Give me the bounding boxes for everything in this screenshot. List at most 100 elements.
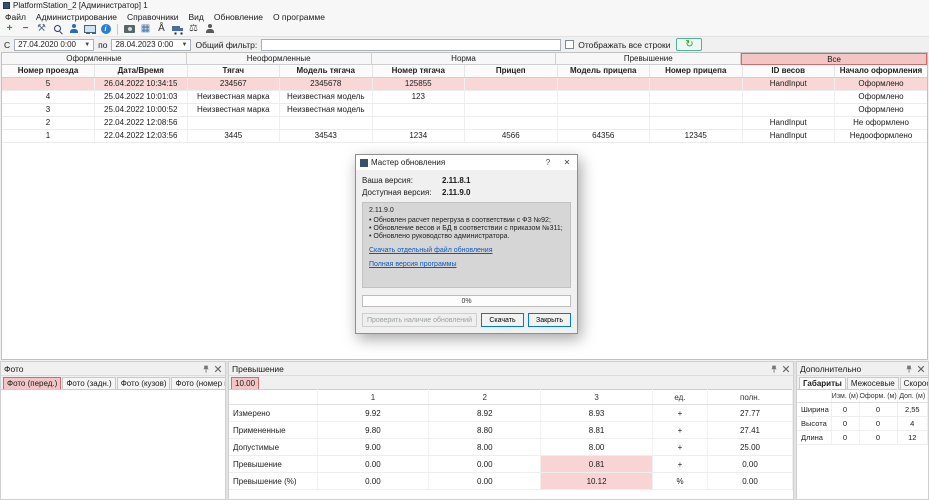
extra-cell: 2,55 <box>897 403 928 417</box>
column-header[interactable]: Тягач <box>187 65 280 77</box>
add-icon[interactable]: + <box>3 23 16 36</box>
table-cell <box>557 90 650 103</box>
column-header[interactable]: Прицеп <box>465 65 558 77</box>
full-version-link[interactable]: Полная версия программы <box>369 261 564 268</box>
category-tab[interactable]: Норма <box>372 53 557 65</box>
camera-icon[interactable] <box>123 23 136 36</box>
vehicle-icon[interactable] <box>171 23 184 36</box>
category-tab[interactable]: Превышение <box>556 53 741 65</box>
excess-row-label: Превышение <box>229 456 317 473</box>
excess-cell: 8.80 <box>429 422 541 439</box>
photo-tab[interactable]: Фото (задн.) <box>62 377 115 389</box>
table-cell: 125855 <box>372 77 465 90</box>
photo-tab[interactable]: Фото (кузов) <box>117 377 171 389</box>
extra-row: Длина0012 <box>797 431 928 445</box>
download-button[interactable]: Скачать <box>481 313 524 327</box>
close-action-button[interactable]: Закрыть <box>528 313 571 327</box>
extra-cell: 4 <box>897 417 928 431</box>
excess-row-label: Измерено <box>229 405 317 422</box>
excess-cell: 0.00 <box>708 473 793 490</box>
category-tab[interactable]: Оформленные <box>2 53 187 65</box>
extra-panel-title: Дополнительно <box>800 364 861 374</box>
category-tab[interactable]: Все <box>741 53 927 65</box>
update-dialog: Мастер обновления ? ✕ Ваша версия: 2.11.… <box>355 154 578 334</box>
table-cell: 12345 <box>650 129 743 142</box>
table-cell: Недооформлено <box>835 129 928 142</box>
refresh-button[interactable]: ↻ <box>676 38 702 51</box>
app-window: PlatformStation_2 [Администратор] 1 Файл… <box>0 0 929 500</box>
pin-icon[interactable] <box>201 364 210 373</box>
remove-icon[interactable]: − <box>19 23 32 36</box>
operator-icon[interactable] <box>203 23 216 36</box>
photo-tab[interactable]: Фото (номер пе <box>171 377 226 389</box>
column-header[interactable]: Номер прицепа <box>650 65 743 77</box>
column-header[interactable]: Номер тягача <box>372 65 465 77</box>
excess-cell: 8.93 <box>541 405 653 422</box>
user-icon[interactable] <box>67 23 80 36</box>
pin-icon[interactable] <box>769 364 778 373</box>
photo-tab[interactable]: Фото (перед.) <box>3 377 61 389</box>
table-cell <box>372 116 465 129</box>
close-icon[interactable] <box>213 364 222 373</box>
monitor-icon[interactable] <box>83 23 96 36</box>
your-version-value: 2.11.8.1 <box>442 176 470 185</box>
column-header[interactable]: Модель тягача <box>280 65 373 77</box>
user-icon <box>69 24 79 34</box>
table-cell <box>465 77 558 90</box>
extra-table-body: Ширина002,55Высота004Длина0012 <box>797 403 928 445</box>
toolbar-separator <box>117 24 118 35</box>
date-from-picker[interactable]: 27.04.2020 0:00 ▼ <box>14 39 94 51</box>
dialog-close-button[interactable]: ✕ <box>559 156 575 169</box>
category-tab[interactable]: Неоформленные <box>187 53 372 65</box>
table-cell: 25.04.2022 10:01:03 <box>95 90 188 103</box>
table-cell <box>465 90 558 103</box>
column-header[interactable]: Начало оформления <box>835 65 928 77</box>
menu-item[interactable]: О программе <box>268 12 330 22</box>
excess-row: Превышение0.000.000.81+0.00 <box>229 456 793 473</box>
table-row[interactable]: 325.04.2022 10:00:52Неизвестная маркаНеи… <box>2 103 927 116</box>
extra-tab[interactable]: Скорость <box>900 377 929 389</box>
download-patch-link[interactable]: Скачать отдельный файл обновления <box>369 247 564 254</box>
available-version-value: 2.11.9.0 <box>442 188 470 197</box>
table-row[interactable]: 526.04.2022 10:34:152345672345678125855H… <box>2 77 927 90</box>
column-header[interactable]: ID весов <box>742 65 835 77</box>
menu-item[interactable]: Обновление <box>209 12 268 22</box>
date-to-picker[interactable]: 28.04.2023 0:00 ▼ <box>111 39 191 51</box>
excess-column-header: ед. <box>653 390 708 405</box>
common-filter-input[interactable] <box>261 39 561 51</box>
excess-tabs: 10.00 <box>229 375 793 389</box>
extra-tab[interactable]: Габариты <box>799 377 846 389</box>
your-version-label: Ваша версия: <box>362 176 442 185</box>
show-all-rows-checkbox[interactable] <box>565 40 574 49</box>
dialog-help-button[interactable]: ? <box>540 156 556 169</box>
table-cell: Оформлено <box>835 90 928 103</box>
column-header[interactable]: Дата/Время <box>95 65 188 77</box>
column-header[interactable]: Номер проезда <box>2 65 95 77</box>
scales-icon[interactable]: ⚖ <box>187 23 200 36</box>
table-row[interactable]: 222.04.2022 12:08:56HandInputНе оформлен… <box>2 116 927 129</box>
excess-cell: + <box>653 422 708 439</box>
table-row[interactable]: 122.04.2022 12:03:5634453454312344566643… <box>2 129 927 142</box>
extra-tab[interactable]: Межосевые <box>847 377 899 389</box>
table-row[interactable]: 425.04.2022 10:01:03Неизвестная маркаНеи… <box>2 90 927 103</box>
check-updates-button[interactable]: Проверить наличие обновлений <box>362 313 477 327</box>
report-icon[interactable]: ▦ <box>139 23 152 36</box>
menu-item[interactable]: Администрирование <box>31 12 122 22</box>
pin-icon[interactable] <box>904 364 913 373</box>
table-cell: 4 <box>2 90 95 103</box>
menu-item[interactable]: Файл <box>0 12 31 22</box>
excess-table-head-row: 123ед.полн. <box>229 390 793 405</box>
close-icon[interactable] <box>916 364 925 373</box>
menu-item[interactable]: Справочники <box>122 12 184 22</box>
measure-icon[interactable]: Å <box>155 23 168 36</box>
search-icon[interactable] <box>51 23 64 36</box>
extra-cell: 0 <box>859 417 897 431</box>
menu-bar: ФайлАдминистрированиеСправочникиВидОбнов… <box>0 11 929 22</box>
dialog-actions: Проверить наличие обновлений Скачать Зак… <box>362 313 571 327</box>
excess-tab[interactable]: 10.00 <box>231 377 259 389</box>
info-icon[interactable] <box>99 23 112 36</box>
close-icon[interactable] <box>781 364 790 373</box>
menu-item[interactable]: Вид <box>183 12 208 22</box>
tools-icon[interactable]: ⚒ <box>35 23 48 36</box>
column-header[interactable]: Модель прицепа <box>557 65 650 77</box>
